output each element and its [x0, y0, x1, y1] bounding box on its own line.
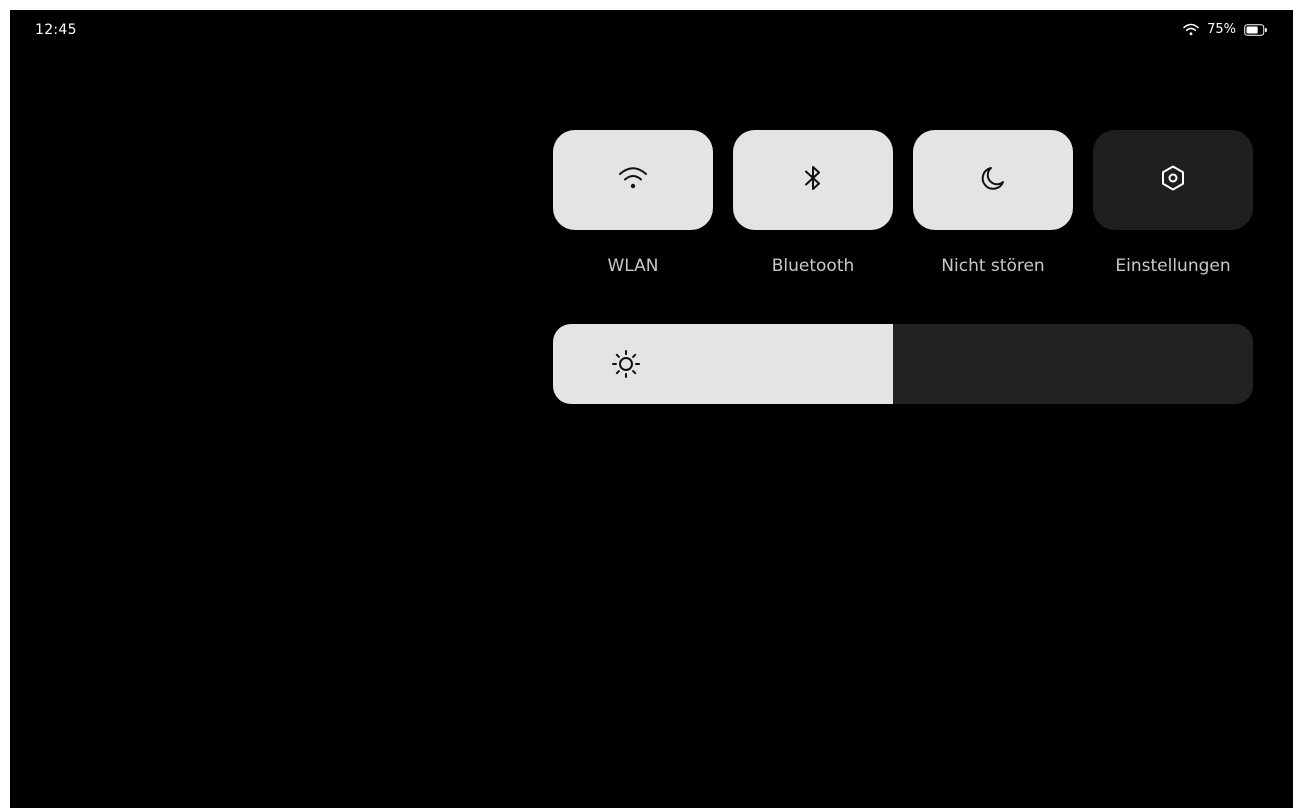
sun-icon	[611, 349, 641, 379]
brightness-slider[interactable]	[553, 324, 1253, 404]
brightness-level-fill	[553, 324, 893, 404]
settings-button[interactable]	[1093, 130, 1253, 230]
wlan-label: WLAN	[607, 256, 659, 276]
settings-icon	[1158, 163, 1188, 197]
bluetooth-toggle[interactable]	[733, 130, 893, 230]
wifi-icon	[616, 163, 650, 197]
do-not-disturb-toggle[interactable]	[913, 130, 1073, 230]
wlan-toggle[interactable]	[553, 130, 713, 230]
bluetooth-label: Bluetooth	[771, 256, 855, 276]
status-time: 12:45	[35, 22, 77, 38]
bluetooth-icon	[800, 162, 826, 198]
moon-icon	[978, 163, 1008, 197]
do-not-disturb-label: Nicht stören	[941, 256, 1045, 276]
status-indicators: 75%	[1183, 22, 1268, 37]
status-bar: 12:45 75%	[10, 10, 1293, 50]
control-center-screen: 12:45 75% WLAN Bluetooth Nicht stören Ei…	[10, 10, 1293, 808]
battery-icon	[1244, 23, 1268, 36]
battery-percent: 75%	[1207, 22, 1236, 37]
wifi-icon	[1183, 23, 1199, 36]
settings-label: Einstellungen	[1115, 256, 1231, 276]
